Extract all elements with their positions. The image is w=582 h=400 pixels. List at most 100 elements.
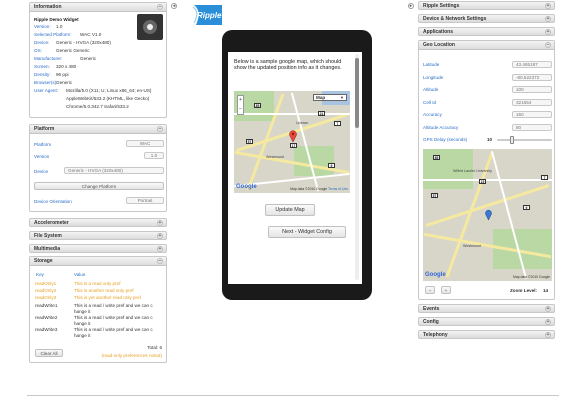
version-select[interactable]: 1.0 [144, 152, 164, 159]
slider-thumb[interactable] [509, 136, 514, 144]
storage-value: This is a read / write pref and we can c [74, 315, 153, 320]
info-value: 1.0 [56, 24, 63, 29]
platform-header[interactable]: Platform – [30, 125, 166, 134]
accelerometer-section[interactable]: Accelerometer + [29, 218, 167, 227]
device-network-title: Device & Network Settings [423, 16, 487, 22]
info-value: Generic [80, 56, 97, 61]
location-marker-icon[interactable] [485, 209, 492, 221]
config-section[interactable]: Config + [418, 317, 555, 326]
geo-field-input[interactable]: 150 [512, 111, 552, 118]
geo-field-input[interactable]: 43.465187 [512, 61, 552, 68]
geo-field-input[interactable]: 321654 [512, 98, 552, 106]
geo-location-header[interactable]: Geo Location – [419, 41, 554, 50]
geo-field-input[interactable]: 100 [512, 86, 552, 93]
expand-icon[interactable]: + [545, 3, 551, 9]
storage-key: readOnly2 [35, 288, 57, 293]
change-platform-button[interactable]: Change Platform [34, 182, 164, 190]
collapse-icon[interactable]: – [157, 126, 163, 132]
next-widget-config-button[interactable]: Next - Widget Config [268, 226, 346, 238]
storage-panel: Storage – Key Value readOnly1 This is a r… [29, 256, 167, 363]
ripple-settings-section[interactable]: Ripple Settings + [418, 1, 555, 10]
geo-field-input[interactable]: 80 [512, 123, 552, 131]
clear-all-button[interactable]: Clear All [35, 349, 63, 357]
geo-field-label: Accuracy [423, 112, 442, 117]
information-panel: Information – Ripple Demo Widget Version… [29, 2, 167, 118]
update-map-button[interactable]: Update Map [265, 204, 315, 216]
gps-delay-slider[interactable] [497, 136, 552, 144]
map-attribution: Map data ©2010 Google Terms of Use [290, 187, 348, 191]
storage-col-value: Value [74, 272, 86, 277]
expand-icon[interactable]: + [545, 306, 551, 312]
map-type-label: Map [316, 95, 326, 100]
events-title: Events [423, 306, 440, 312]
platform-panel: Platform – Platform WAC Version 1.0 Devi… [29, 124, 167, 212]
info-value: Generic Generic [56, 48, 90, 53]
geo-field-input[interactable]: -80.522372 [512, 73, 552, 81]
info-label: OS: [34, 48, 42, 53]
zoom-in-icon[interactable]: + [238, 96, 243, 105]
collapse-icon[interactable]: – [157, 4, 163, 10]
geo-location-panel: Geo Location – Latitude 43.465187 Longitud… [418, 40, 555, 300]
map-marker-icon[interactable] [289, 130, 297, 143]
collapse-icon[interactable]: – [545, 42, 551, 48]
expand-icon[interactable]: + [545, 319, 551, 325]
info-label: Selected Platform: [34, 32, 72, 37]
expand-icon[interactable]: + [545, 29, 551, 35]
map-type-select[interactable]: Map ▼ [313, 94, 347, 101]
storage-value: hange it [74, 309, 91, 314]
expand-icon[interactable]: + [545, 332, 551, 338]
collapse-left-icon[interactable]: ◂ [171, 3, 177, 9]
gps-delay-label: GPS Delay (seconds) [423, 137, 468, 142]
google-map[interactable]: 85 21 57 7 17 9 Westmount Uptown + − Map… [234, 91, 350, 193]
file-system-section[interactable]: File System + [29, 231, 167, 240]
telephony-section[interactable]: Telephony + [418, 330, 555, 339]
platform-select[interactable]: WAC [126, 140, 164, 147]
chevron-down-icon: ▼ [340, 95, 344, 100]
ripple-logo-text: Ripple [197, 11, 222, 20]
orientation-select[interactable]: Portrait [126, 197, 164, 204]
storage-key: readWrite2 [35, 315, 58, 320]
geo-map-data-text: Map data ©2010 Google [513, 275, 550, 279]
storage-value: This is a read / write pref and we can c [74, 327, 153, 332]
info-value: 96 ppi [56, 72, 69, 77]
device-network-section[interactable]: Device & Network Settings + [418, 14, 555, 23]
geo-field-label: Cell Id [423, 99, 437, 105]
zoom-in-button[interactable]: + [441, 286, 451, 294]
terms-link[interactable]: Terms of Use [328, 187, 348, 191]
device-screen: Below is a sample google map, which shou… [228, 52, 362, 284]
device-select[interactable]: Generic - HVGA (320x480) [64, 167, 164, 174]
ripple-settings-title: Ripple Settings [423, 3, 460, 9]
storage-key: readOnly1 [35, 281, 57, 286]
info-label: Version: [34, 24, 51, 29]
storage-note: (read-only preferences noted) [101, 353, 162, 358]
scrollbar[interactable] [355, 54, 359, 280]
expand-icon[interactable]: + [545, 16, 551, 22]
geo-map[interactable]: 85 15 57 9 7 Wilfrid Laurier University … [423, 149, 552, 281]
zoom-controls[interactable]: + − [237, 95, 244, 115]
applications-section[interactable]: Applications + [418, 27, 555, 36]
orientation-label: Device Orientation [34, 199, 72, 204]
expand-icon[interactable]: + [157, 220, 163, 226]
info-value: WAC V1.0 [80, 32, 102, 37]
device-label: Device [34, 169, 49, 174]
storage-header[interactable]: Storage – [30, 257, 166, 266]
accelerometer-title: Accelerometer [34, 220, 69, 226]
platform-label: Platform [34, 142, 52, 147]
storage-key: readWrite3 [35, 327, 58, 332]
expand-icon[interactable]: + [157, 246, 163, 252]
zoom-out-button[interactable]: – [425, 286, 435, 294]
device-frame: Below is a sample google map, which shou… [222, 30, 372, 300]
geo-field-label: Latitude [423, 62, 440, 67]
geo-field-label: Longitude [423, 74, 444, 80]
multimedia-section[interactable]: Multimedia + [29, 244, 167, 253]
geo-field-label: Altitude [423, 87, 439, 92]
events-section[interactable]: Events + [418, 304, 555, 313]
zoom-out-icon[interactable]: − [238, 105, 243, 114]
storage-value: This is yet another read only pref [74, 295, 141, 300]
geo-location-title: Geo Location [423, 42, 455, 48]
collapse-icon[interactable]: – [157, 258, 163, 264]
information-header[interactable]: Information – [30, 3, 166, 12]
expand-icon[interactable]: + [157, 233, 163, 239]
collapse-right-icon[interactable]: ▸ [408, 3, 414, 9]
info-label: Device: [34, 40, 50, 45]
